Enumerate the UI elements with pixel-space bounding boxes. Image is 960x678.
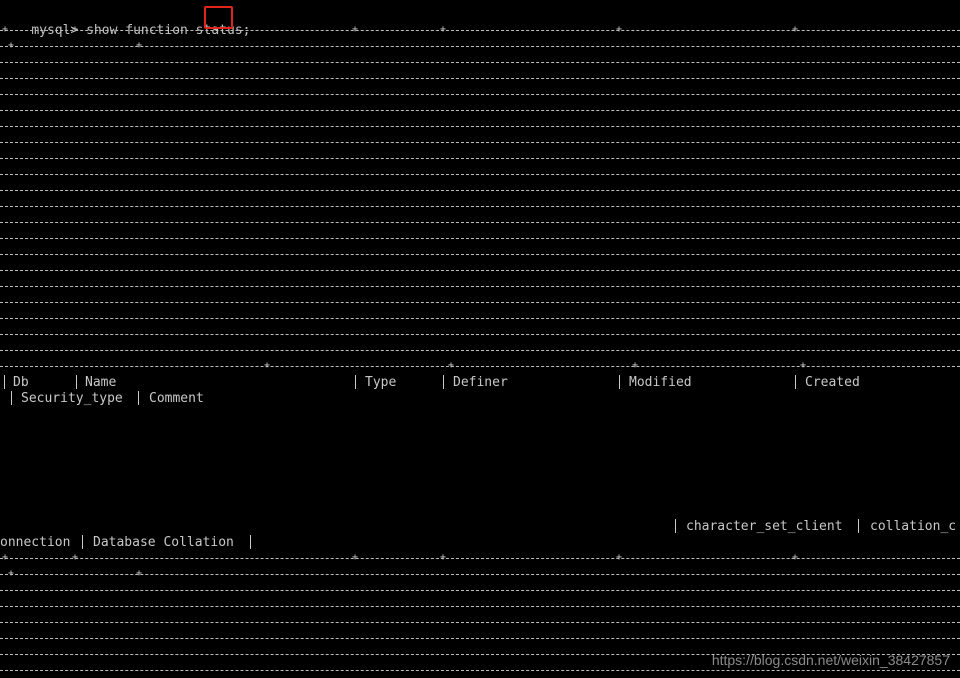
separator-line <box>0 126 960 128</box>
separator-plus: + <box>448 360 455 371</box>
separator-line <box>0 30 960 32</box>
column-separator <box>619 375 620 389</box>
separator-line <box>0 318 960 320</box>
column-separator <box>443 375 444 389</box>
separator-line <box>0 366 960 368</box>
separator-line <box>0 558 960 560</box>
column-header-collation-connection-tail: onnection <box>0 535 71 550</box>
separator-line <box>0 286 960 288</box>
separator-line <box>0 222 960 224</box>
watermark: https://blog.csdn.net/weixin_38427857 <box>711 652 950 668</box>
column-separator <box>76 375 77 389</box>
separator-plus: + <box>616 24 623 35</box>
separator-line <box>0 670 960 672</box>
separator-line <box>0 254 960 256</box>
separator-line <box>0 302 960 304</box>
separator-line <box>0 62 960 64</box>
separator-plus: + <box>136 40 143 51</box>
separator-line <box>0 270 960 272</box>
separator-plus: + <box>72 552 79 563</box>
separator-line <box>0 78 960 80</box>
separator-line <box>0 238 960 240</box>
column-header-name: Name <box>85 375 117 390</box>
separator-line <box>0 110 960 112</box>
separator-plus: + <box>352 552 359 563</box>
column-header-collation-connection: collation_c <box>870 519 957 534</box>
column-separator <box>858 519 859 533</box>
separator-line <box>0 350 960 352</box>
column-header-type: Type <box>365 375 397 390</box>
column-header-database-collation: Database Collation <box>93 535 234 550</box>
separator-line <box>0 622 960 624</box>
column-separator <box>250 535 251 549</box>
column-separator <box>4 375 5 389</box>
column-separator <box>138 391 139 405</box>
separator-line <box>0 190 960 192</box>
separator-line <box>0 174 960 176</box>
separator-line <box>0 574 960 576</box>
column-header-modified: Modified <box>629 375 692 390</box>
separator-line <box>0 638 960 640</box>
column-separator <box>795 375 796 389</box>
column-header-db: Db <box>13 375 29 390</box>
separator-line <box>0 606 960 608</box>
separator-plus: + <box>264 360 271 371</box>
separator-line <box>0 206 960 208</box>
separator-plus: + <box>352 24 359 35</box>
highlight-box <box>204 6 233 29</box>
column-separator <box>11 391 12 405</box>
column-header-comment: Comment <box>149 391 204 406</box>
separator-plus: + <box>792 552 799 563</box>
column-separator <box>675 519 676 533</box>
separator-plus: + <box>800 360 807 371</box>
separator-line <box>0 590 960 592</box>
separator-line <box>0 46 960 48</box>
separator-line <box>0 94 960 96</box>
separator-line <box>0 142 960 144</box>
separator-plus: + <box>136 568 143 579</box>
column-separator <box>82 535 83 549</box>
separator-plus: + <box>792 24 799 35</box>
column-header-created: Created <box>805 375 860 390</box>
separator-plus: + <box>440 24 447 35</box>
column-header-character-set-client: character_set_client <box>686 519 843 534</box>
separator-plus: + <box>2 24 9 35</box>
terminal-window[interactable]: mysql> show function status; + + + + + +… <box>0 0 960 678</box>
separator-line <box>0 158 960 160</box>
column-header-definer: Definer <box>453 375 508 390</box>
column-header-security-type: Security_type <box>21 391 123 406</box>
separator-line <box>0 334 960 336</box>
separator-plus: + <box>8 40 15 51</box>
separator-plus: + <box>616 552 623 563</box>
separator-plus: + <box>440 552 447 563</box>
separator-plus: + <box>632 360 639 371</box>
separator-plus: + <box>8 568 15 579</box>
column-separator <box>355 375 356 389</box>
separator-plus: + <box>72 24 79 35</box>
separator-plus: + <box>2 552 9 563</box>
